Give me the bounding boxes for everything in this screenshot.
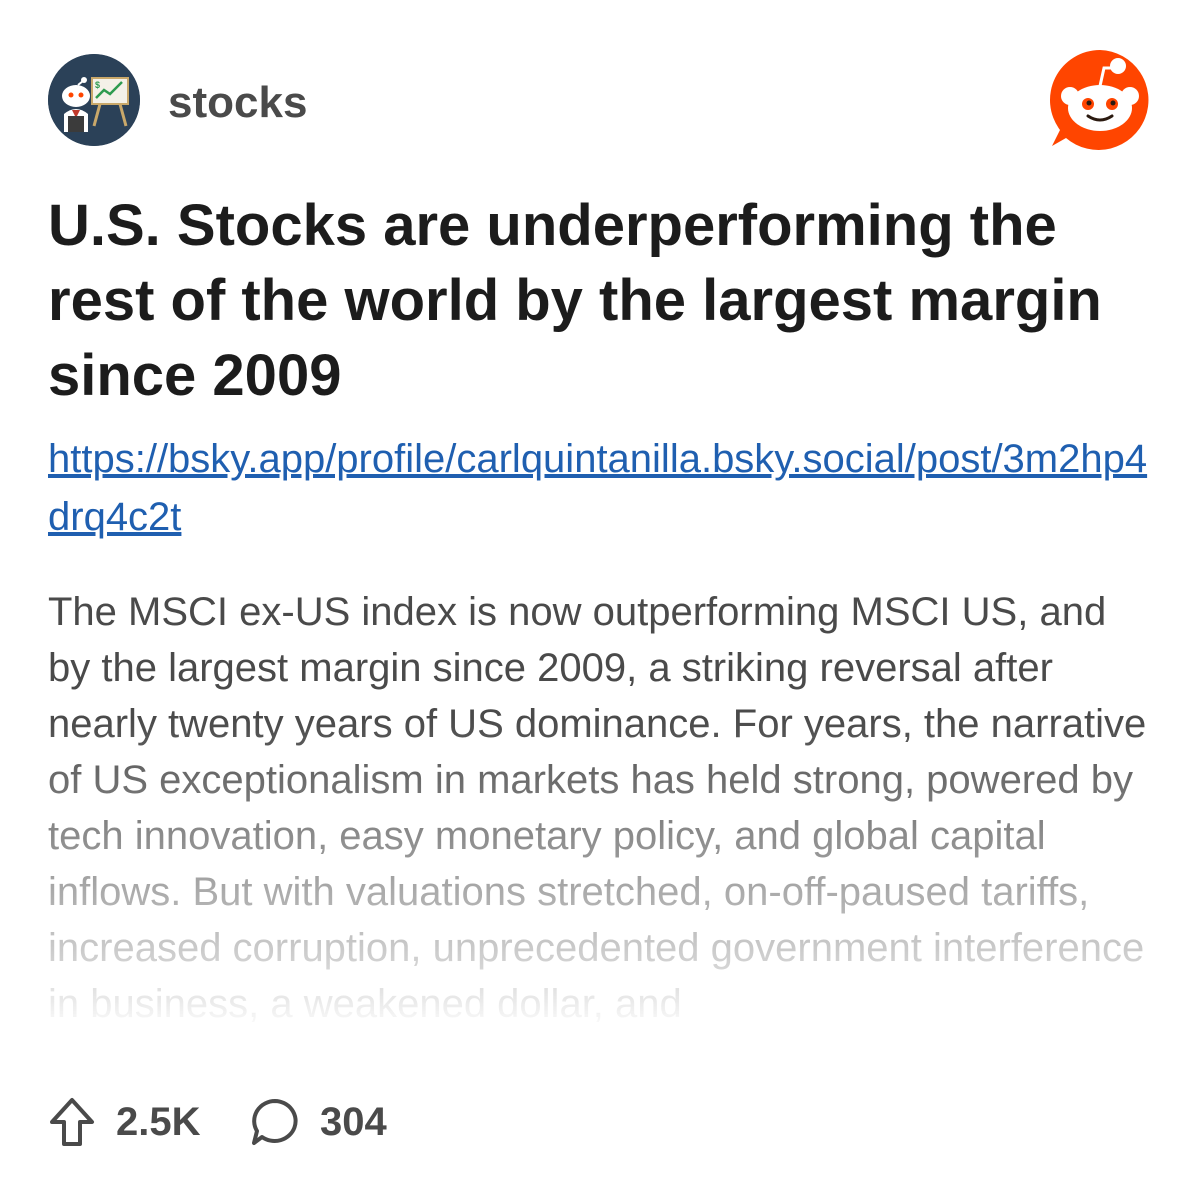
comments-button[interactable]: 304 (250, 1092, 387, 1152)
post-footer: 2.5K 304 (48, 1092, 648, 1152)
post-link[interactable]: https://bsky.app/profile/carlquintanilla… (48, 430, 1158, 546)
post-header: $ stocks (48, 50, 1154, 150)
svg-text:$: $ (95, 80, 100, 90)
upvote-count: 2.5K (116, 1099, 201, 1144)
post-title[interactable]: U.S. Stocks are underperforming the rest… (48, 188, 1158, 413)
upvote-arrow-icon[interactable] (48, 1096, 96, 1148)
reddit-logo-icon[interactable] (1046, 46, 1154, 154)
comment-bubble-icon[interactable] (250, 1097, 300, 1147)
comment-count: 304 (320, 1099, 387, 1144)
post-body[interactable]: The MSCI ex-US index is now outperformin… (48, 584, 1158, 1032)
stocks-subreddit-avatar-icon[interactable]: $ (48, 54, 140, 146)
upvote-button[interactable]: 2.5K (48, 1092, 201, 1152)
subreddit-name[interactable]: stocks (168, 78, 307, 128)
post-body-container: The MSCI ex-US index is now outperformin… (48, 584, 1158, 1062)
